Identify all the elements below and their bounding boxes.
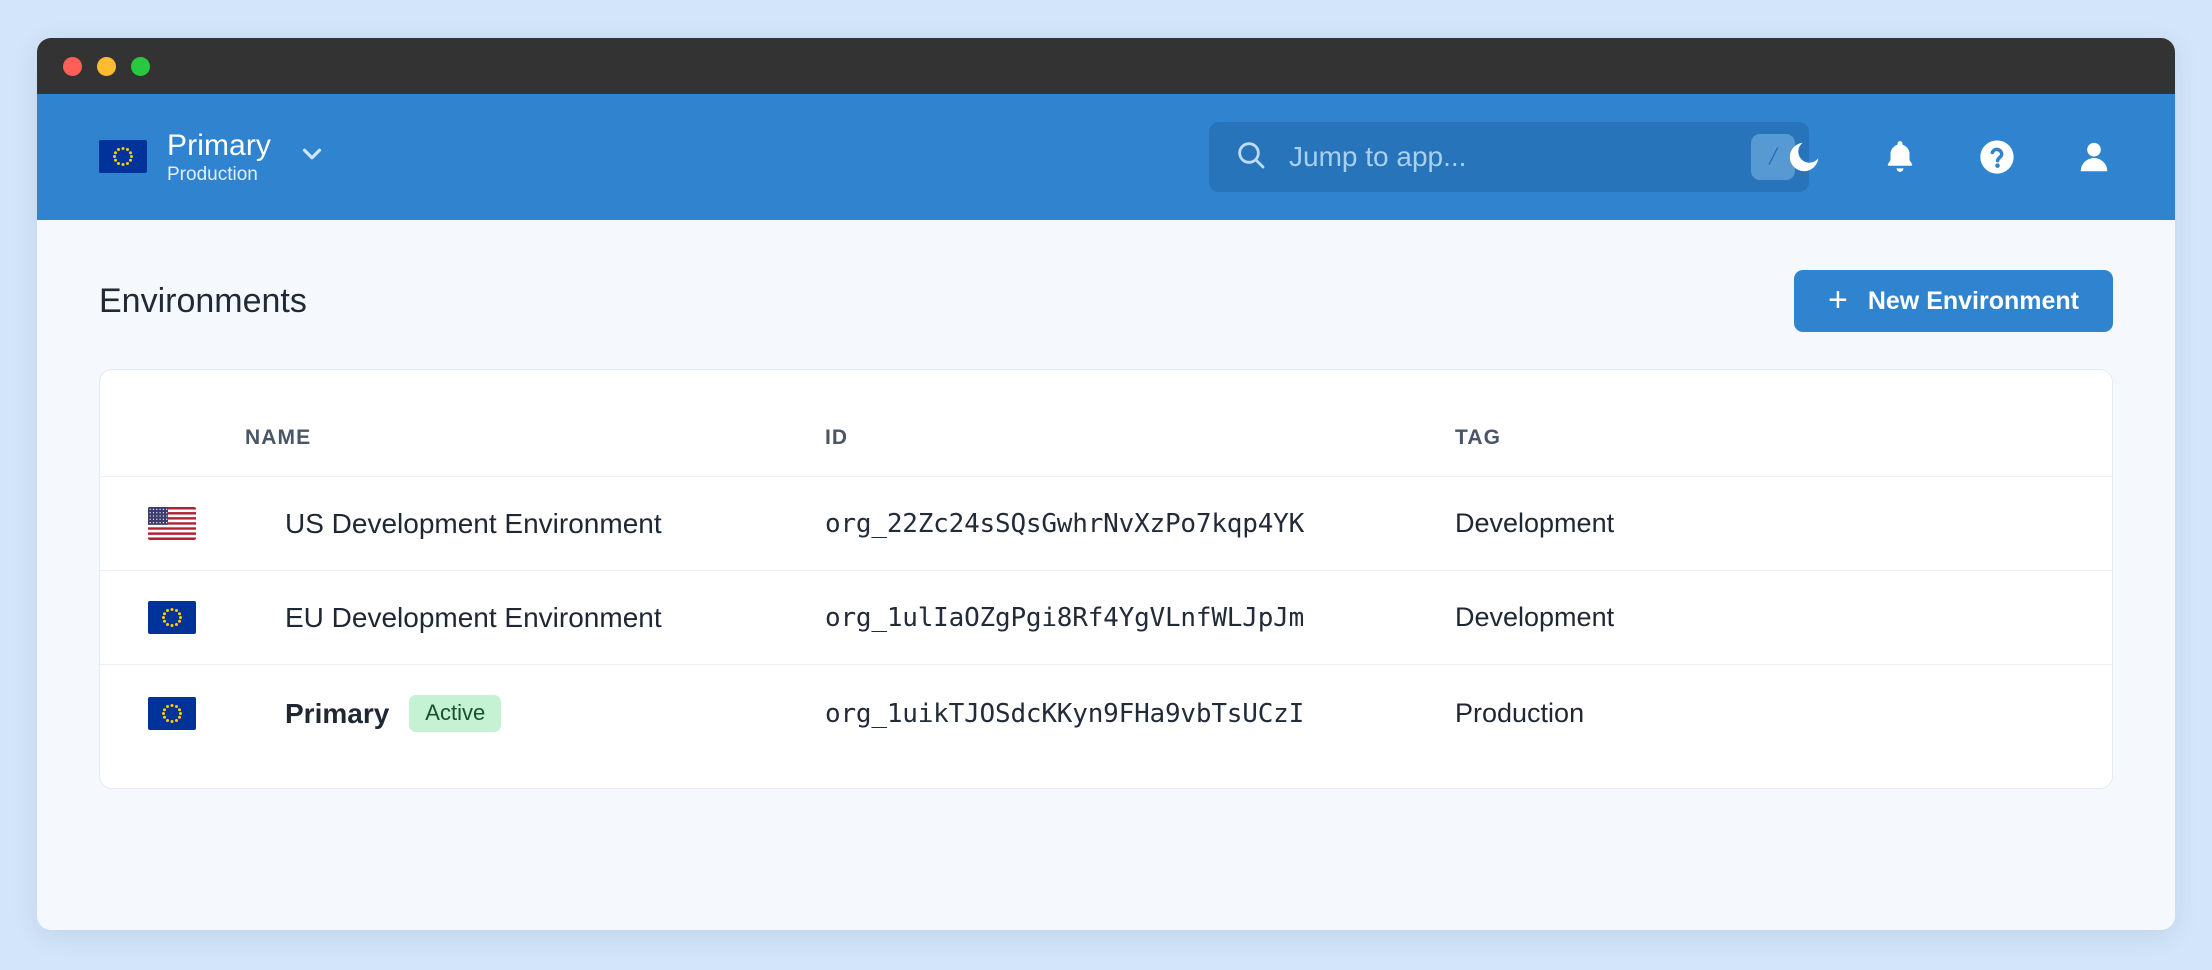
table-row[interactable]: US Development Environment org_22Zc24sSQs… [100,477,2112,571]
table-header-row: NAME ID TAG [100,370,2112,477]
environment-name: Primary [167,129,271,162]
environment-switcher[interactable]: Primary Production [99,129,327,186]
header-actions [1785,137,2113,177]
search-bar[interactable]: Jump to app... / [1209,122,1809,192]
cell-name: Primary Active [245,665,825,763]
zoom-window-button[interactable] [131,57,150,76]
table-row[interactable]: EU Development Environment org_1ulIaOZgPg… [100,571,2112,665]
question-mark-icon[interactable] [1977,137,2017,177]
environment-subtitle: Production [167,165,271,186]
minimize-window-button[interactable] [97,57,116,76]
us-flag-icon [100,477,245,571]
eu-flag-icon [100,571,245,665]
column-header-tag: TAG [1455,370,2112,477]
window-titlebar [37,38,2175,94]
app-window: Primary Production Jump to app... / [37,38,2175,930]
page-content: Environments + New Environment NAME ID T… [37,220,2175,789]
environment-labels: Primary Production [167,129,271,186]
bell-icon[interactable] [1881,138,1919,176]
page-title: Environments [99,282,307,321]
user-icon[interactable] [2075,138,2113,176]
chevron-down-icon[interactable] [297,139,327,174]
status-badge: Active [409,695,501,732]
search-icon [1235,139,1267,176]
cell-id: org_1ulIaOZgPgi8Rf4YgVLnfWLJpJm [825,571,1455,665]
table-row[interactable]: Primary Active org_1uikTJOSdcKKyn9FHa9vbTs… [100,665,2112,763]
eu-flag-icon [100,665,245,763]
cell-name: US Development Environment [245,477,825,571]
cell-tag: Production [1455,665,2112,763]
cell-id: org_22Zc24sSQsGwhrNvXzPo7kqp4YK [825,477,1455,571]
new-environment-label: New Environment [1868,287,2079,316]
column-header-name: NAME [245,370,825,477]
new-environment-button[interactable]: + New Environment [1794,270,2113,332]
environments-table: NAME ID TAG US Development Environment or… [100,370,2112,762]
plus-icon: + [1828,283,1848,317]
cell-tag: Development [1455,477,2112,571]
cell-tag: Development [1455,571,2112,665]
environments-card: NAME ID TAG US Development Environment or… [99,369,2113,789]
eu-flag-icon [99,140,147,173]
close-window-button[interactable] [63,57,82,76]
cell-name: EU Development Environment [245,571,825,665]
environment-name-text: EU Development Environment [285,602,662,634]
environment-name-text: Primary [285,698,389,730]
cell-id: org_1uikTJOSdcKKyn9FHa9vbTsUCzI [825,665,1455,763]
environment-name-text: US Development Environment [285,508,662,540]
page-header: Environments + New Environment [99,270,2113,332]
table-head: NAME ID TAG [100,370,2112,477]
app-header: Primary Production Jump to app... / [37,94,2175,220]
column-header-id: ID [825,370,1455,477]
table-body: US Development Environment org_22Zc24sSQs… [100,477,2112,763]
moon-icon[interactable] [1785,138,1823,176]
search-input[interactable]: Jump to app... [1289,141,1751,173]
column-header-flag [100,370,245,477]
